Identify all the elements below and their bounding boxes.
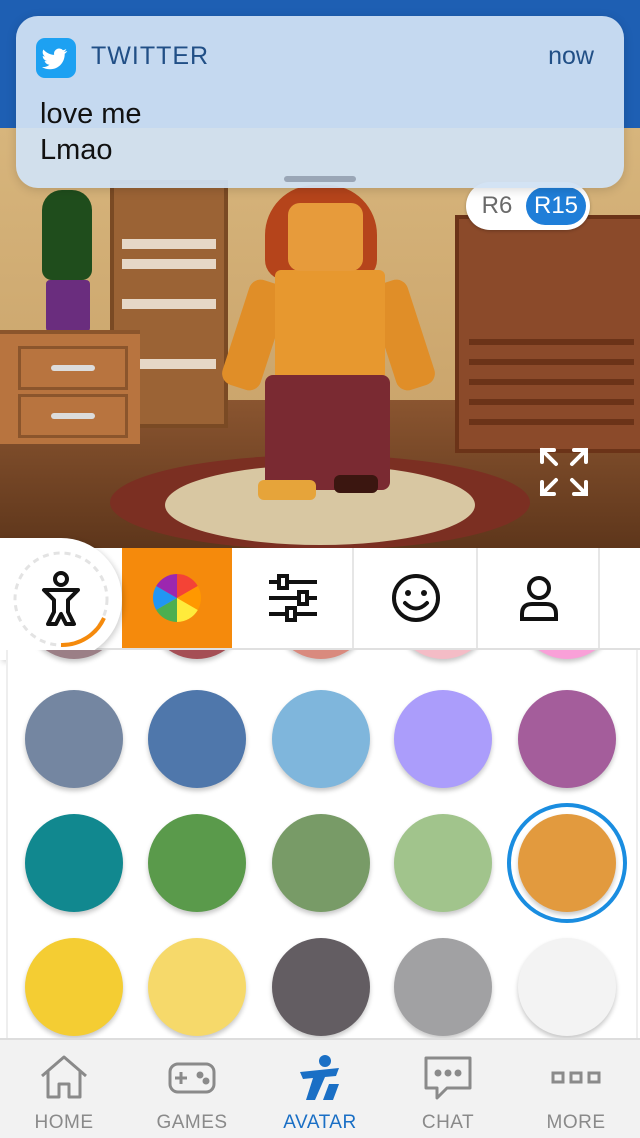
expand-icon <box>540 448 588 496</box>
folding-screen-decor <box>455 215 640 453</box>
color-swatch[interactable] <box>25 650 123 659</box>
color-swatch[interactable] <box>518 938 616 1036</box>
body-button[interactable] <box>0 538 122 660</box>
color-swatch[interactable] <box>272 814 370 912</box>
color-swatch[interactable] <box>394 690 492 788</box>
twitter-bird-icon <box>36 38 76 78</box>
nav-more[interactable]: MORE <box>512 1040 640 1138</box>
color-swatch[interactable] <box>148 938 246 1036</box>
color-swatch[interactable] <box>25 938 123 1036</box>
tab-skin-color[interactable] <box>122 548 232 648</box>
color-swatch[interactable] <box>518 690 616 788</box>
person-icon <box>520 576 558 621</box>
color-swatch-grid <box>6 650 638 1038</box>
tab-profile[interactable] <box>478 548 600 648</box>
notification-banner[interactable]: TWITTER now love me Lmao <box>16 16 624 188</box>
home-icon <box>41 1055 87 1099</box>
body-icon <box>13 551 109 648</box>
nav-home[interactable]: HOME <box>0 1040 128 1138</box>
notification-message: love me Lmao <box>40 98 142 166</box>
tab-scale[interactable] <box>232 548 354 648</box>
notification-grabber[interactable] <box>284 176 356 182</box>
sliders-icon <box>269 574 317 622</box>
rig-r15-option[interactable]: R15 <box>526 187 586 225</box>
notification-app-name: TWITTER <box>91 42 210 70</box>
rig-type-toggle[interactable]: R6 R15 <box>466 182 590 230</box>
fullscreen-button[interactable] <box>538 446 590 498</box>
color-swatch[interactable] <box>148 814 246 912</box>
tab-face[interactable] <box>354 548 478 648</box>
chat-icon <box>424 1056 472 1100</box>
color-swatch[interactable] <box>148 690 246 788</box>
avatar-character[interactable] <box>218 185 439 515</box>
nav-avatar[interactable]: AVATAR <box>256 1040 384 1138</box>
nav-games-label: GAMES <box>156 1112 228 1133</box>
color-swatch-selected[interactable] <box>518 814 616 912</box>
nav-chat[interactable]: CHAT <box>384 1040 512 1138</box>
nav-games[interactable]: GAMES <box>128 1040 256 1138</box>
gamepad-icon <box>168 1062 216 1094</box>
color-swatch[interactable] <box>394 938 492 1036</box>
drawers-decor <box>0 330 140 444</box>
color-swatch[interactable] <box>394 650 492 659</box>
color-swatch[interactable] <box>25 814 123 912</box>
avatar-icon <box>300 1055 339 1100</box>
smiley-icon <box>392 574 440 622</box>
bottom-nav: HOME GAMES AVATAR CHAT MORE <box>0 1038 640 1138</box>
notification-time: now <box>548 42 594 70</box>
plant-decor <box>42 190 92 332</box>
nav-chat-label: CHAT <box>421 1112 475 1133</box>
color-swatch[interactable] <box>272 650 370 659</box>
color-swatch[interactable] <box>272 690 370 788</box>
color-swatch[interactable] <box>272 938 370 1036</box>
color-swatch[interactable] <box>148 650 246 659</box>
color-wheel-icon <box>152 574 202 622</box>
color-swatch[interactable] <box>25 690 123 788</box>
color-swatch[interactable] <box>518 650 616 659</box>
rig-r6-option[interactable]: R6 <box>476 182 518 230</box>
nav-more-label: MORE <box>546 1112 606 1133</box>
nav-home-label: HOME <box>34 1112 94 1133</box>
nav-avatar-label: AVATAR <box>283 1112 357 1133</box>
color-swatch[interactable] <box>394 814 492 912</box>
more-icon <box>551 1071 601 1084</box>
